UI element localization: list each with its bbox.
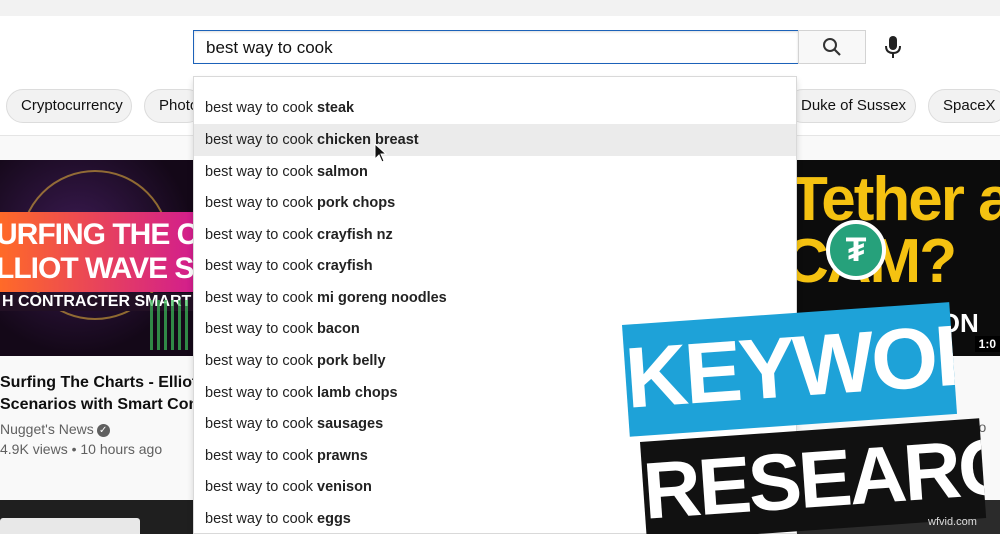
verified-check-icon: ✓	[96, 423, 110, 437]
thumbnail-text: Tether a	[796, 165, 1000, 234]
search-suggestion[interactable]: best way to cook crayfish	[194, 250, 796, 282]
video-title[interactable]: Surfing The Charts - Elliot Scenarios wi…	[0, 372, 193, 416]
search-suggestion[interactable]: best way to cook chicken breast	[194, 124, 796, 156]
tether-logo-icon: ₮	[826, 220, 886, 280]
candlestick-chart-graphic	[150, 300, 190, 350]
mouse-cursor-icon	[374, 143, 388, 163]
search-button[interactable]	[798, 30, 866, 64]
search-icon	[823, 38, 841, 56]
keyword-banner: KEYWORD	[622, 302, 958, 437]
channel-name[interactable]: Nugget's News ✓	[0, 421, 110, 437]
video-thumbnail-left[interactable]: URFING THE CHART LLIOT WAVE SCENA H CONT…	[0, 160, 193, 356]
thumbnail-text: URFING THE CHART	[0, 218, 193, 251]
watermark: wfvid.com	[928, 516, 977, 528]
search-suggestion[interactable]: best way to cook salmon	[194, 156, 796, 188]
chip-cryptocurrency[interactable]: Cryptocurrency	[6, 89, 132, 123]
video-duration-badge: 1:0	[974, 336, 1000, 352]
voice-search-button[interactable]	[878, 30, 908, 64]
search-box[interactable]	[193, 30, 799, 64]
chip-duke-of-sussex[interactable]: Duke of Sussex	[786, 89, 916, 123]
search-input[interactable]	[206, 37, 786, 59]
search-suggestion[interactable]: best way to cook crayfish nz	[194, 219, 796, 251]
video-title-line: Surfing The Charts - Elliot	[0, 374, 193, 391]
channel-name-text: Nugget's News	[0, 421, 94, 437]
microphone-icon	[885, 36, 901, 58]
thumbnail-text: LLIOT WAVE SCENA	[0, 252, 193, 285]
keyword-banner-text: KEYWORD	[622, 302, 958, 427]
thumbnail-decoration	[0, 518, 140, 534]
video-meta: 4.9K views • 10 hours ago	[0, 441, 163, 457]
search-suggestion[interactable]: best way to cook pork chops	[194, 187, 796, 219]
search-suggestion[interactable]: best way to cook steak	[194, 92, 796, 124]
chip-spacex[interactable]: SpaceX	[928, 89, 1000, 123]
video-thumbnail-left-next[interactable]	[0, 500, 193, 534]
search-suggestion[interactable]: best way to cook mi goreng noodles	[194, 282, 796, 314]
video-title-line: Scenarios with Smart Con	[0, 396, 193, 413]
